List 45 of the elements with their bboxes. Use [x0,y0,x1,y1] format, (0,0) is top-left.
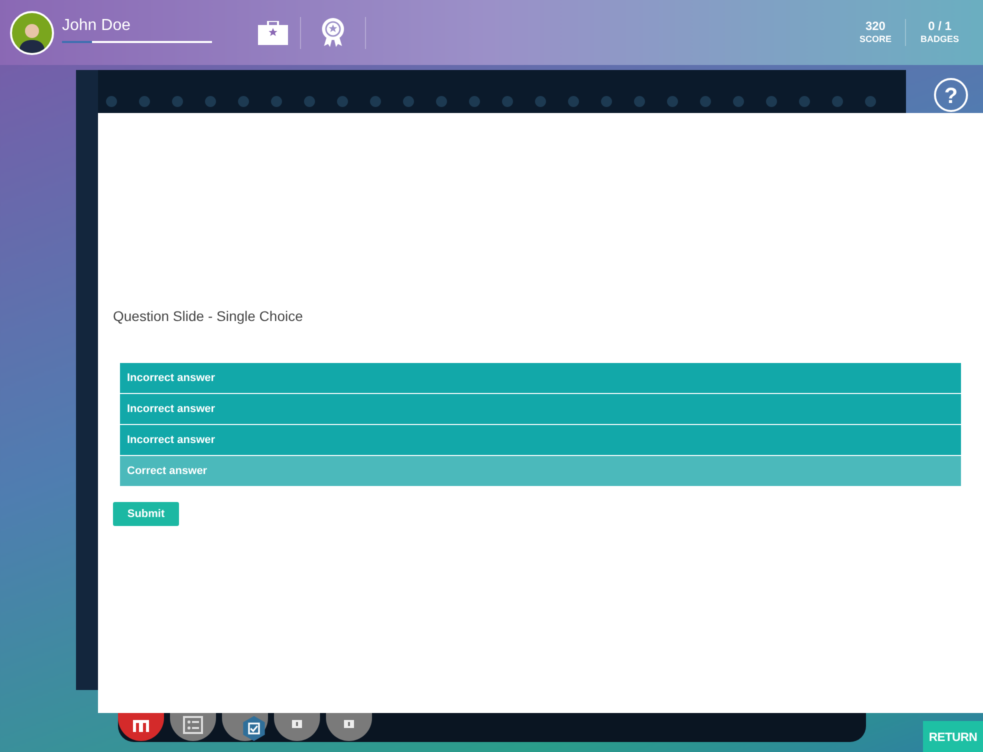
screw-icon [337,96,348,107]
screw-icon [832,96,843,107]
screw-icon [106,96,117,107]
open-level-button[interactable] [118,713,164,741]
screw-icon [205,96,216,107]
screw-icon [535,96,546,107]
screw-icon [700,96,711,107]
screw-icon [601,96,612,107]
screw-icon [403,96,414,107]
locked-level-button[interactable] [274,713,320,741]
locked-level-button[interactable] [326,713,372,741]
screw-icon [172,96,183,107]
screw-icon [865,96,876,107]
screw-icon [238,96,249,107]
screw-icon [469,96,480,107]
user-name: John Doe [62,16,132,36]
award-badge-icon [321,18,345,48]
answer-option[interactable]: Correct answer [120,456,961,486]
screw-icon [271,96,282,107]
screw-icon [436,96,447,107]
screw-icon [304,96,315,107]
stat-label: BADGES [920,34,959,46]
stat-value: 0 / 1 [928,19,952,34]
answer-option[interactable]: Incorrect answer [120,425,961,455]
answer-option[interactable]: Incorrect answer [120,363,961,393]
screw-icon [568,96,579,107]
briefcase-icon [258,20,288,44]
screw-icon [766,96,777,107]
screw-icon [139,96,150,107]
locked-level-button[interactable] [222,713,268,741]
screw-icon [502,96,513,107]
answer-option[interactable]: Incorrect answer [120,394,961,424]
screw-icon [370,96,381,107]
stat-label: SCORE [859,34,892,46]
screw-icon [733,96,744,107]
return-button[interactable]: RETURN [923,721,983,752]
screw-icon [634,96,645,107]
list-level-button[interactable] [170,713,216,741]
screw-icon [799,96,810,107]
submit-button[interactable]: Submit [113,502,179,526]
slide-title: Question Slide - Single Choice [113,307,304,326]
stat-value: 320 [865,19,886,34]
checkbox-hexagon-icon [242,716,266,741]
screw-icon [667,96,678,107]
list-icon [183,716,203,734]
